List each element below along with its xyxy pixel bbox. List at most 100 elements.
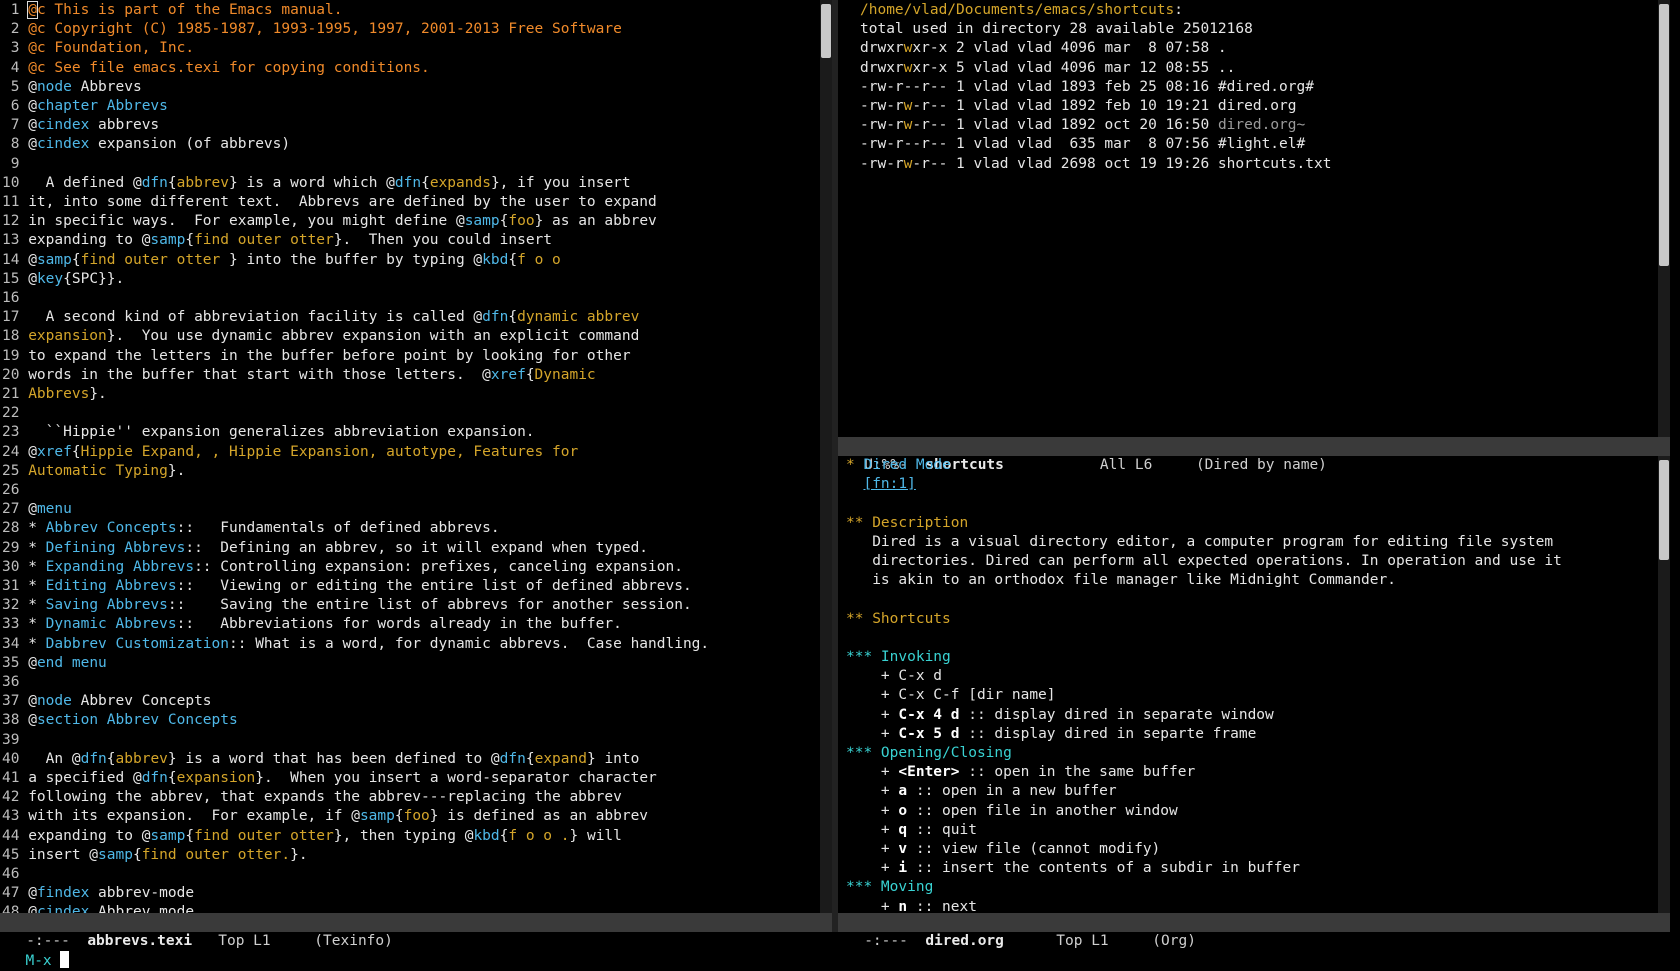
minibuffer[interactable]: M-x bbox=[8, 932, 70, 969]
org-line[interactable]: *** Opening/Closing bbox=[846, 744, 1012, 763]
org-line[interactable]: ** Description bbox=[846, 514, 968, 533]
left-line[interactable]: 46 bbox=[2, 865, 28, 884]
text-segment: { bbox=[185, 827, 195, 844]
left-scrollbar[interactable] bbox=[820, 0, 832, 913]
left-line[interactable]: 11 it, into some different text. Abbrevs… bbox=[2, 193, 657, 212]
org-line[interactable]: + v :: view file (cannot modify) bbox=[846, 840, 1160, 859]
left-line[interactable]: 41 a specified @dfn{expansion}. When you… bbox=[2, 769, 657, 788]
org-line[interactable]: * Dired Mode bbox=[846, 456, 951, 475]
line-number: 35 bbox=[2, 654, 29, 671]
left-line[interactable]: 33 * Dynamic Abbrevs:: Abbreviations for… bbox=[2, 615, 622, 634]
left-line[interactable]: 37 @node Abbrev Concepts bbox=[2, 692, 212, 711]
dired-line[interactable]: /home/vlad/Documents/emacs/shortcuts: bbox=[860, 1, 1183, 20]
left-line[interactable]: 10 A defined @dfn{abbrev} is a word whic… bbox=[2, 174, 631, 193]
dired-line[interactable]: -rw-rw-r-- 1 vlad vlad 2698 oct 19 19:26… bbox=[860, 155, 1331, 174]
left-line[interactable]: 20 words in the buffer that start with t… bbox=[2, 366, 596, 385]
left-line[interactable]: 30 * Expanding Abbrevs:: Controlling exp… bbox=[2, 558, 683, 577]
left-line[interactable]: 31 * Editing Abbrevs:: Viewing or editin… bbox=[2, 577, 692, 596]
left-line[interactable]: 43 with its expansion. For example, if @… bbox=[2, 807, 648, 826]
left-line[interactable]: 42 following the abbrev, that expands th… bbox=[2, 788, 622, 807]
org-buffer-pane[interactable]: * Dired Mode [fn:1] ** Description Dired … bbox=[838, 456, 1658, 913]
dired-line[interactable]: total used in directory 28 available 250… bbox=[860, 20, 1253, 39]
org-line[interactable]: directories. Dired can perform all expec… bbox=[846, 552, 1562, 571]
org-line[interactable]: Dired is a visual directory editor, a co… bbox=[846, 533, 1553, 552]
org-line[interactable]: + C-x 4 d :: display dired in separate w… bbox=[846, 706, 1274, 725]
org-line[interactable]: + a :: open in a new buffer bbox=[846, 782, 1117, 801]
text-segment: Moving bbox=[880, 879, 934, 896]
text-segment: expansion bbox=[28, 328, 107, 345]
left-line[interactable]: 23 ``Hippie'' expansion generalizes abbr… bbox=[2, 423, 535, 442]
org-line[interactable]: [fn:1] bbox=[846, 475, 915, 494]
left-line[interactable]: 44 expanding to @samp{find outer otter},… bbox=[2, 827, 622, 846]
left-line[interactable]: 27 @menu bbox=[2, 500, 72, 519]
left-line[interactable]: 48 @cindex Abbrev mode bbox=[2, 903, 194, 913]
dired-line[interactable]: drwxrwxr-x 5 vlad vlad 4096 mar 12 08:55… bbox=[860, 59, 1235, 78]
dired-line[interactable]: -rw-rw-r-- 1 vlad vlad 1892 feb 10 19:21… bbox=[860, 97, 1297, 116]
left-line[interactable]: 36 bbox=[2, 673, 28, 692]
text-segment: + C-x d bbox=[846, 668, 943, 685]
org-line[interactable]: + o :: open file in another window bbox=[846, 802, 1178, 821]
left-line[interactable]: 16 bbox=[2, 289, 28, 308]
org-line[interactable]: + n :: next bbox=[846, 898, 977, 913]
dired-line[interactable]: -rw-rw-r-- 1 vlad vlad 1892 oct 20 16:50… bbox=[860, 116, 1305, 135]
text-segment: words in the buffer that start with thos… bbox=[28, 366, 491, 383]
dired-scrollbar[interactable] bbox=[1658, 0, 1670, 437]
left-line[interactable]: 1 @c This is part of the Emacs manual. bbox=[2, 1, 342, 20]
dired-line[interactable]: drwxrwxr-x 2 vlad vlad 4096 mar 8 07:58 … bbox=[860, 39, 1227, 58]
left-line[interactable]: 22 bbox=[2, 404, 28, 423]
org-line[interactable]: + C-x d bbox=[846, 667, 942, 686]
org-line[interactable]: + <Enter> :: open in the same buffer bbox=[846, 763, 1195, 782]
left-line[interactable]: 9 bbox=[2, 155, 28, 174]
text-segment: <Enter> bbox=[898, 764, 960, 781]
texinfo-buffer-pane[interactable]: 1 @c This is part of the Emacs manual. 2… bbox=[0, 0, 820, 913]
org-line[interactable]: + i :: insert the contents of a subdir i… bbox=[846, 859, 1300, 878]
left-line[interactable]: 15 @key{SPC}}. bbox=[2, 270, 124, 289]
dired-buffer-pane[interactable]: /home/vlad/Documents/emacs/shortcuts: tot… bbox=[838, 0, 1658, 437]
text-segment: node bbox=[36, 693, 72, 710]
left-line[interactable]: 29 * Defining Abbrevs:: Defining an abbr… bbox=[2, 539, 648, 558]
left-line[interactable]: 34 * Dabbrev Customization:: What is a w… bbox=[2, 635, 709, 654]
dired-line[interactable]: -rw-r--r-- 1 vlad vlad 635 mar 8 07:56 #… bbox=[860, 135, 1305, 154]
left-scrollbar-thumb[interactable] bbox=[821, 4, 831, 58]
text-segment: node bbox=[36, 78, 72, 95]
org-line[interactable]: *** Invoking bbox=[846, 648, 951, 667]
left-line[interactable]: 18 expansion}. You use dynamic abbrev ex… bbox=[2, 327, 639, 346]
left-line[interactable]: 38 @section Abbrev Concepts bbox=[2, 711, 238, 730]
left-line[interactable]: 35 @end menu bbox=[2, 654, 107, 673]
left-line[interactable]: 24 @xref{Hippie Expand, , Hippie Expansi… bbox=[2, 443, 578, 462]
left-line[interactable]: 19 to expand the letters in the buffer b… bbox=[2, 347, 631, 366]
org-scrollbar[interactable] bbox=[1658, 456, 1670, 913]
left-line[interactable]: 28 * Abbrev Concepts:: Fundamentals of d… bbox=[2, 519, 500, 538]
left-line[interactable]: 39 bbox=[2, 731, 28, 750]
org-line[interactable]: is akin to an orthodox file manager like… bbox=[846, 571, 1396, 590]
left-line[interactable]: 13 expanding to @samp{find outer otter}.… bbox=[2, 231, 552, 250]
left-line[interactable]: 17 A second kind of abbreviation facilit… bbox=[2, 308, 639, 327]
org-scrollbar-thumb[interactable] bbox=[1659, 460, 1669, 560]
left-line[interactable]: 2 @c Copyright (C) 1985-1987, 1993-1995,… bbox=[2, 20, 622, 39]
left-line[interactable]: 47 @findex abbrev-mode bbox=[2, 884, 194, 903]
dired-scrollbar-thumb[interactable] bbox=[1659, 4, 1669, 266]
text-segment: } will bbox=[569, 827, 622, 844]
left-line[interactable]: 21 Abbrevs}. bbox=[2, 385, 107, 404]
org-line[interactable]: *** Moving bbox=[846, 878, 933, 897]
org-line[interactable]: + q :: quit bbox=[846, 821, 977, 840]
text-segment: Shortcuts bbox=[872, 610, 951, 627]
left-line[interactable]: 12 in specific ways. For example, you mi… bbox=[2, 212, 657, 231]
left-line[interactable]: 5 @node Abbrevs bbox=[2, 78, 142, 97]
dired-line[interactable]: -rw-r--r-- 1 vlad vlad 1893 feb 25 08:16… bbox=[860, 78, 1314, 97]
left-line[interactable]: 32 * Saving Abbrevs:: Saving the entire … bbox=[2, 596, 692, 615]
left-line[interactable]: 45 insert @samp{find outer otter.}. bbox=[2, 846, 308, 865]
left-line[interactable]: 7 @cindex abbrevs bbox=[2, 116, 159, 135]
left-line[interactable]: 26 bbox=[2, 481, 28, 500]
org-modeline: -:--- dired.org Top L1 (Org) bbox=[838, 913, 1670, 949]
left-line[interactable]: 40 An @dfn{abbrev} is a word that has be… bbox=[2, 750, 639, 769]
left-line[interactable]: 8 @cindex expansion (of abbrevs) bbox=[2, 135, 290, 154]
left-line[interactable]: 3 @c Foundation, Inc. bbox=[2, 39, 194, 58]
left-line[interactable]: 25 Automatic Typing}. bbox=[2, 462, 185, 481]
left-line[interactable]: 6 @chapter Abbrevs bbox=[2, 97, 168, 116]
left-line[interactable]: 14 @samp{find outer otter } into the buf… bbox=[2, 251, 561, 270]
org-line[interactable]: ** Shortcuts bbox=[846, 610, 951, 629]
org-line[interactable]: + C-x C-f [dir name] bbox=[846, 686, 1056, 705]
left-line[interactable]: 4 @c See file emacs.texi for copying con… bbox=[2, 59, 430, 78]
org-line[interactable]: + C-x 5 d :: display dired in separte fr… bbox=[846, 725, 1256, 744]
